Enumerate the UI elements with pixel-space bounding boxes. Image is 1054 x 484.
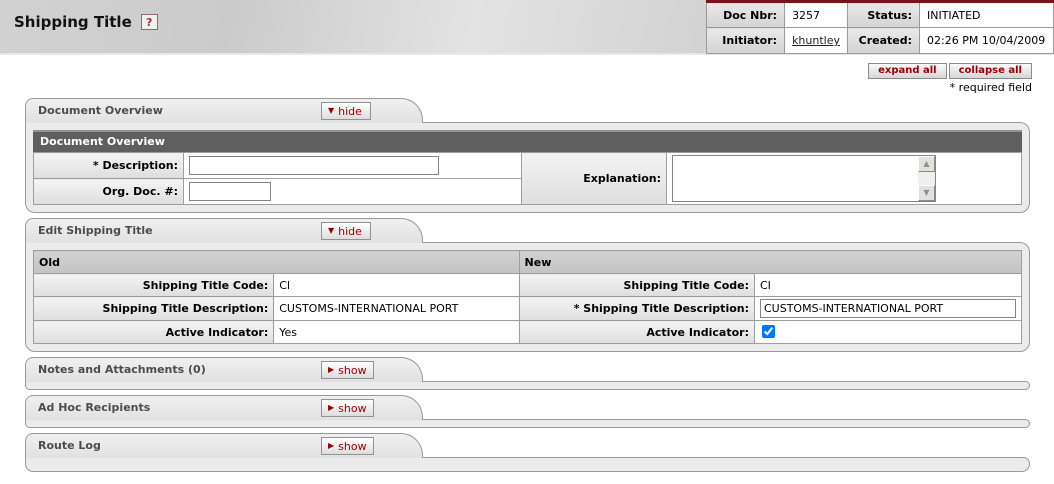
tab-label: Route Log	[38, 439, 101, 452]
description-label: * Description:	[33, 152, 184, 179]
panel-document-overview: Document Overview * Description: Explana…	[25, 122, 1030, 213]
org-doc-label: Org. Doc. #:	[33, 178, 184, 205]
expand-icon: ▶	[328, 403, 335, 412]
help-icon[interactable]: ?	[140, 14, 158, 30]
notes-attachments-show-button[interactable]: ▶ show	[321, 361, 374, 379]
panel-route-log	[25, 457, 1030, 472]
section-adhoc-recipients: Ad Hoc Recipients ▶ show	[25, 395, 1030, 428]
tab-notes-attachments: Notes and Attachments (0) ▶ show	[25, 357, 423, 382]
description-input[interactable]	[189, 156, 439, 175]
panel-notes-attachments	[25, 381, 1030, 390]
panel-edit-shipping-title: Old New Shipping Title Code: CI Shipping…	[25, 242, 1030, 352]
explanation-cell: ▲ ▼	[666, 152, 1022, 205]
section-route-log: Route Log ▶ show	[25, 433, 1030, 472]
initiator-cell: khuntley	[784, 27, 848, 54]
new-code-label: Shipping Title Code:	[518, 273, 756, 297]
section-notes-attachments: Notes and Attachments (0) ▶ show	[25, 357, 1030, 390]
old-column-header: Old	[33, 250, 520, 274]
section-document-overview: Document Overview ▼ hide Document Overvi…	[25, 98, 1030, 213]
expand-icon: ▶	[328, 365, 335, 374]
tab-document-overview: Document Overview ▼ hide	[25, 98, 423, 123]
old-new-table: Old New Shipping Title Code: CI Shipping…	[32, 250, 1023, 344]
tab-row: Notes and Attachments (0) ▶ show	[25, 357, 1030, 382]
scrollbar-up-icon[interactable]: ▲	[918, 156, 935, 172]
tab-edit-shipping-title: Edit Shipping Title ▼ hide	[25, 218, 423, 243]
required-field-note: * required field	[949, 81, 1032, 94]
toggle-label: hide	[338, 104, 362, 118]
tab-row: Ad Hoc Recipients ▶ show	[25, 395, 1030, 420]
collapse-icon: ▼	[328, 106, 335, 115]
table-row: Shipping Title Code: CI Shipping Title C…	[32, 273, 1022, 297]
expand-collapse-controls: expand all collapse all	[0, 63, 1032, 79]
tab-adhoc-recipients: Ad Hoc Recipients ▶ show	[25, 395, 423, 420]
tab-label: Document Overview	[38, 104, 163, 117]
expand-icon: ▶	[328, 441, 335, 450]
created-value: 02:26 PM 10/04/2009	[919, 27, 1054, 54]
edit-shipping-title-hide-button[interactable]: ▼ hide	[321, 222, 371, 240]
route-log-show-button[interactable]: ▶ show	[321, 437, 374, 455]
section-edit-shipping-title: Edit Shipping Title ▼ hide Old New Shipp…	[25, 218, 1030, 352]
adhoc-recipients-show-button[interactable]: ▶ show	[321, 399, 374, 417]
document-title: Shipping Title	[14, 13, 132, 31]
new-description-input[interactable]	[760, 299, 1016, 318]
new-code-value: CI	[754, 273, 1022, 297]
table-row: Old New	[33, 250, 1023, 274]
new-column-header: New	[518, 250, 1023, 274]
old-description-label: Shipping Title Description:	[32, 296, 275, 321]
document-overview-hide-button[interactable]: ▼ hide	[321, 102, 371, 120]
scrollbar-down-icon[interactable]: ▼	[918, 185, 935, 201]
explanation-label: Explanation:	[521, 152, 667, 205]
doc-header-table: Doc Nbr: 3257 Status: INITIATED Initiato…	[706, 0, 1054, 54]
table-row: Shipping Title Description: CUSTOMS-INTE…	[32, 296, 1022, 321]
new-active-cell	[754, 320, 1022, 344]
status-label: Status:	[847, 1, 920, 28]
table-row: * Description: Explanation: ▲ ▼	[33, 152, 1022, 205]
toggle-label: show	[338, 363, 367, 377]
tab-label: Notes and Attachments (0)	[38, 363, 206, 376]
tab-route-log: Route Log ▶ show	[25, 433, 423, 458]
tab-row: Edit Shipping Title ▼ hide	[25, 218, 1030, 243]
document-overview-table: * Description: Explanation: ▲ ▼ Org. Doc…	[33, 152, 1022, 205]
old-code-label: Shipping Title Code:	[32, 273, 275, 297]
document-body: Document Overview ▼ hide Document Overvi…	[25, 98, 1030, 472]
doc-nbr-value: 3257	[784, 1, 848, 28]
active-indicator-checkbox[interactable]	[762, 325, 775, 338]
collapse-icon: ▼	[328, 226, 335, 235]
new-description-cell	[754, 296, 1022, 321]
toggle-label: show	[338, 401, 367, 415]
explanation-textarea-frame: ▲ ▼	[672, 155, 936, 202]
old-description-value: CUSTOMS-INTERNATIONAL PORT	[273, 296, 520, 321]
page-title: Shipping Title ?	[14, 13, 158, 31]
status-value: INITIATED	[919, 1, 1054, 28]
org-doc-cell	[183, 178, 522, 205]
tab-row: Document Overview ▼ hide	[25, 98, 1030, 123]
expand-all-button[interactable]: expand all	[868, 63, 947, 79]
collapse-all-button[interactable]: collapse all	[948, 63, 1032, 79]
old-active-value: Yes	[273, 320, 520, 344]
textarea-scrollbar[interactable]: ▲ ▼	[918, 156, 935, 201]
new-description-label: * Shipping Title Description:	[518, 296, 756, 321]
created-label: Created:	[847, 27, 920, 54]
table-row: Initiator: khuntley Created: 02:26 PM 10…	[706, 27, 1054, 54]
doc-nbr-label: Doc Nbr:	[706, 1, 786, 28]
inner-section-header: Document Overview	[33, 130, 1022, 152]
table-row: Doc Nbr: 3257 Status: INITIATED	[706, 1, 1054, 28]
new-active-label: Active Indicator:	[518, 320, 756, 344]
tab-row: Route Log ▶ show	[25, 433, 1030, 458]
old-code-value: CI	[273, 273, 520, 297]
explanation-textarea[interactable]	[673, 156, 918, 201]
tab-label: Edit Shipping Title	[38, 224, 153, 237]
old-active-label: Active Indicator:	[32, 320, 275, 344]
masthead: Shipping Title ? Doc Nbr: 3257 Status: I…	[0, 0, 1054, 55]
description-cell	[183, 152, 522, 179]
table-row: Active Indicator: Yes Active Indicator:	[32, 320, 1022, 344]
org-doc-input[interactable]	[189, 182, 271, 201]
panel-adhoc-recipients	[25, 419, 1030, 428]
tab-label: Ad Hoc Recipients	[38, 401, 151, 414]
initiator-label: Initiator:	[706, 27, 786, 54]
initiator-link[interactable]: khuntley	[792, 34, 840, 47]
toggle-label: hide	[338, 224, 362, 238]
toggle-label: show	[338, 439, 367, 453]
